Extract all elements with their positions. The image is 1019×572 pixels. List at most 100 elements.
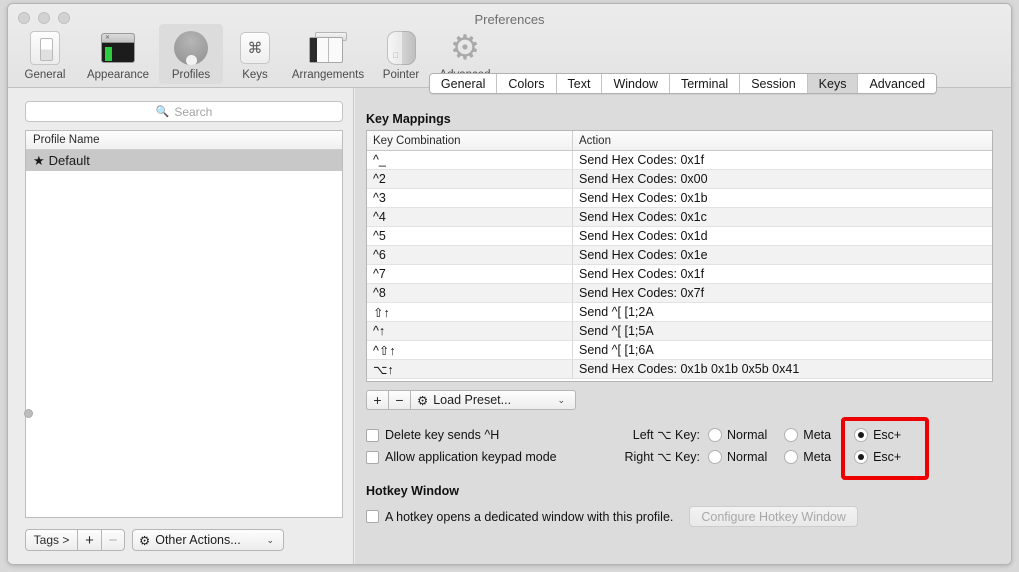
table-row[interactable]: ^6 Send Hex Codes: 0x1e xyxy=(367,246,992,265)
list-item[interactable]: ★ Default xyxy=(26,150,342,171)
command-key-icon: ⌘ xyxy=(240,28,270,68)
tab-window[interactable]: Window xyxy=(602,74,670,93)
table-row[interactable]: ^2 Send Hex Codes: 0x00 xyxy=(367,170,992,189)
left-option-normal-radio[interactable]: Normal xyxy=(708,427,767,442)
keypad-mode-checkbox[interactable] xyxy=(366,450,379,464)
table-row[interactable]: ^3 Send Hex Codes: 0x1b xyxy=(367,189,992,208)
cell-key-combination: ^4 xyxy=(367,208,573,226)
search-input[interactable]: 🔍 Search xyxy=(25,101,343,122)
radio-button[interactable] xyxy=(784,427,799,442)
table-row[interactable]: ⌥↑ Send Hex Codes: 0x1b 0x1b 0x5b 0x41 xyxy=(367,360,992,379)
toolbar-item-keys[interactable]: ⌘ Keys xyxy=(223,24,287,84)
table-row[interactable]: ⇧↑ Send ^[ [1;2A xyxy=(367,303,992,322)
cell-action: Send ^[ [1;6A xyxy=(579,343,654,357)
general-icon xyxy=(30,28,60,68)
column-header-action: Action xyxy=(579,134,611,147)
key-mappings-table[interactable]: Key Combination Action ^_ Send Hex Codes:… xyxy=(366,130,993,382)
cell-action: Send Hex Codes: 0x00 xyxy=(579,172,708,186)
radio-button[interactable] xyxy=(708,449,722,464)
tab-general[interactable]: General xyxy=(429,74,498,93)
toolbar-label-keys: Keys xyxy=(242,69,268,81)
cell-action: Send Hex Codes: 0x7f xyxy=(579,286,705,300)
favorite-star-icon: ★ xyxy=(33,152,45,168)
toolbar-item-general[interactable]: General xyxy=(13,24,77,84)
radio-label: Meta xyxy=(803,449,832,464)
right-option-normal-radio[interactable]: Normal xyxy=(708,449,768,464)
tab-keys[interactable]: Keys xyxy=(807,74,859,93)
radio-button[interactable] xyxy=(854,449,869,464)
table-row[interactable]: ^⇧↑ Send ^[ [1;6A xyxy=(367,341,992,360)
profile-list[interactable]: Profile Name ★ Default xyxy=(25,130,343,518)
preferences-window: Preferences General Appearance Profiles … xyxy=(7,3,1012,565)
profiles-sidebar: 🔍 Search Profile Name ★ Default Tags > +… xyxy=(8,88,354,564)
profile-settings-pane: General Colors Text Window Terminal Sess… xyxy=(355,73,1011,564)
cell-key-combination: ^5 xyxy=(367,227,573,245)
cell-key-combination: ^2 xyxy=(367,170,573,188)
cell-action: Send Hex Codes: 0x1b xyxy=(579,191,708,205)
radio-button[interactable] xyxy=(708,427,722,442)
pane-resize-handle[interactable] xyxy=(24,409,33,418)
toolbar-label-profiles: Profiles xyxy=(171,69,211,81)
table-row[interactable]: ^5 Send Hex Codes: 0x1d xyxy=(367,227,992,246)
table-row[interactable]: ^7 Send Hex Codes: 0x1f xyxy=(367,265,992,284)
tab-advanced[interactable]: Advanced xyxy=(858,74,937,93)
tags-button[interactable]: Tags > xyxy=(25,529,77,551)
keypad-mode-checkbox-row[interactable]: Allow application keypad mode xyxy=(366,450,557,464)
configure-hotkey-window-button[interactable]: Configure Hotkey Window xyxy=(689,506,858,527)
other-actions-label: Other Actions... xyxy=(155,533,241,547)
tab-colors[interactable]: Colors xyxy=(497,74,557,93)
table-row[interactable]: ^_ Send Hex Codes: 0x1f xyxy=(367,151,992,170)
cell-action: Send Hex Codes: 0x1b 0x1b 0x5b 0x41 xyxy=(579,362,800,376)
cell-action: Send Hex Codes: 0x1f xyxy=(579,267,705,281)
tab-group: General Colors Text Window Terminal Sess… xyxy=(428,73,938,94)
right-option-meta-radio[interactable]: Meta xyxy=(784,449,832,464)
cell-key-combination: ^↑ xyxy=(367,322,573,340)
cell-action: Send Hex Codes: 0x1e xyxy=(579,248,708,262)
cell-action: Send ^[ [1;2A xyxy=(579,305,654,319)
left-option-meta-radio[interactable]: Meta xyxy=(784,427,831,442)
gear-icon: ⚙ xyxy=(139,533,151,548)
radio-button[interactable] xyxy=(784,449,799,464)
profile-name: Default xyxy=(48,153,90,168)
delete-key-sends-checkbox-row[interactable]: Delete key sends ^H xyxy=(366,428,499,442)
table-row[interactable]: ^4 Send Hex Codes: 0x1c xyxy=(367,208,992,227)
cell-action: Send Hex Codes: 0x1c xyxy=(579,210,707,224)
radio-button[interactable] xyxy=(854,427,869,442)
hotkey-window-checkbox[interactable] xyxy=(366,510,379,523)
radio-label: Esc+ xyxy=(873,427,902,442)
add-profile-button[interactable]: + xyxy=(77,529,101,551)
add-mapping-button[interactable]: + xyxy=(366,390,388,410)
tab-terminal[interactable]: Terminal xyxy=(669,74,741,93)
cell-action: Send ^[ [1;5A xyxy=(579,324,654,338)
other-actions-dropdown[interactable]: ⚙ Other Actions... ⌄ xyxy=(132,529,284,551)
gear-icon: ⚙ xyxy=(449,29,481,67)
left-option-esc-radio[interactable]: Esc+ xyxy=(854,427,902,442)
keypad-mode-label: Allow application keypad mode xyxy=(385,450,557,464)
toolbar-label-arrangements: Arrangements xyxy=(291,69,365,81)
left-option-key-label: Left ⌥ Key: xyxy=(632,428,700,442)
window-body: 🔍 Search Profile Name ★ Default Tags > +… xyxy=(8,73,1011,564)
toolbar-item-appearance[interactable]: Appearance xyxy=(77,24,159,84)
toolbar-item-profiles[interactable]: Profiles xyxy=(159,24,223,84)
profiles-icon xyxy=(174,28,208,68)
gear-icon: ⚙ xyxy=(417,393,429,408)
cell-key-combination: ⇧↑ xyxy=(367,303,573,321)
cell-key-combination: ^6 xyxy=(367,246,573,264)
tab-text[interactable]: Text xyxy=(556,74,603,93)
remove-mapping-button[interactable]: − xyxy=(388,390,410,410)
right-option-esc-radio[interactable]: Esc+ xyxy=(854,449,901,464)
load-preset-dropdown[interactable]: ⚙ Load Preset... ⌄ xyxy=(410,390,576,410)
delete-key-sends-checkbox[interactable] xyxy=(366,428,379,442)
radio-label: Normal xyxy=(727,449,768,464)
table-row[interactable]: ^8 Send Hex Codes: 0x7f xyxy=(367,284,992,303)
tab-session[interactable]: Session xyxy=(740,74,808,93)
cell-action: Send Hex Codes: 0x1f xyxy=(579,153,705,167)
sidebar-toolbar: Tags > + − ⚙ Other Actions... ⌄ xyxy=(25,529,284,551)
remove-profile-button[interactable]: − xyxy=(101,529,125,551)
cell-key-combination: ^3 xyxy=(367,189,573,207)
right-option-key-row: Right ⌥ Key: Normal Meta Esc+ xyxy=(616,449,901,464)
table-row[interactable]: ^↑ Send ^[ [1;5A xyxy=(367,322,992,341)
chevron-down-icon: ⌄ xyxy=(557,394,565,405)
hotkey-window-label: A hotkey opens a dedicated window with t… xyxy=(385,509,674,524)
right-option-key-label: Right ⌥ Key: xyxy=(624,450,700,464)
